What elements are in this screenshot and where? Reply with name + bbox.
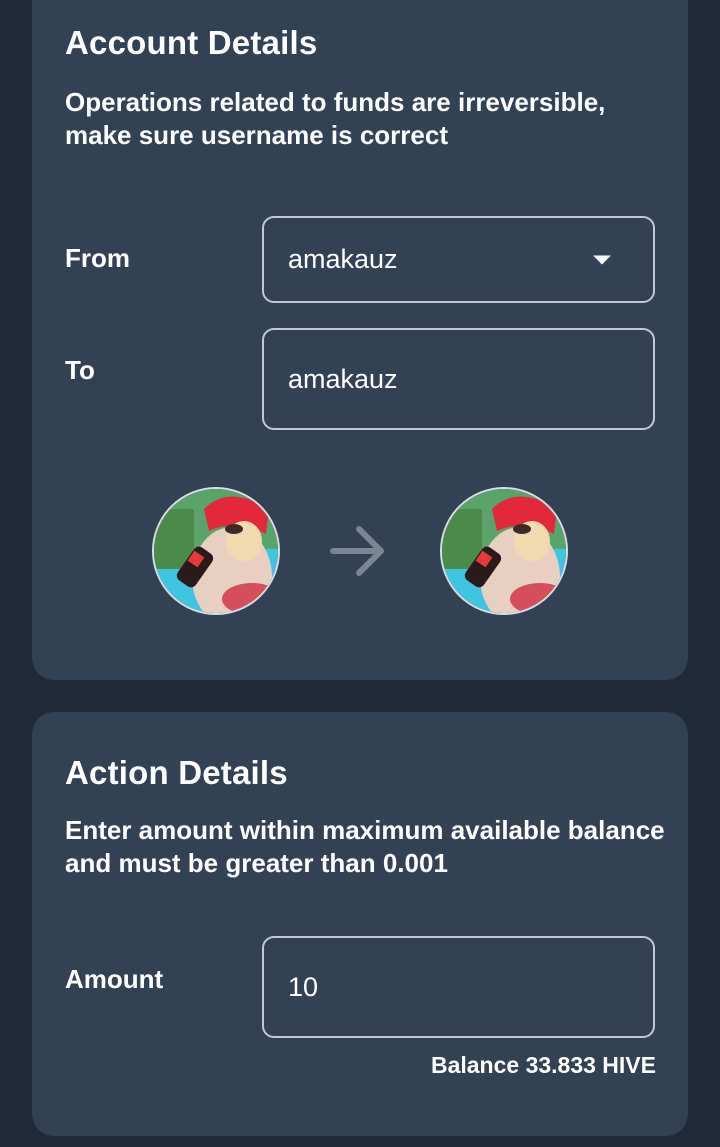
chevron-down-icon xyxy=(593,255,611,264)
account-details-description: Operations related to funds are irrevers… xyxy=(65,87,606,150)
avatar-image xyxy=(442,489,566,613)
amount-label: Amount xyxy=(65,964,164,994)
to-account-input[interactable] xyxy=(288,363,653,395)
account-details-card: Account Details Operations related to fu… xyxy=(32,0,688,680)
to-label: To xyxy=(65,355,95,385)
avatar-image xyxy=(154,489,278,613)
arrow-right-icon xyxy=(330,526,384,576)
from-account-value: amakauz xyxy=(288,244,398,274)
action-details-description: Enter amount within maximum available ba… xyxy=(65,815,665,878)
to-avatar xyxy=(440,487,568,615)
from-account-dropdown[interactable]: amakauz xyxy=(262,216,655,303)
balance-text: Balance 33.833 HIVE xyxy=(430,1052,656,1078)
action-details-title: Action Details xyxy=(65,754,288,791)
amount-field[interactable] xyxy=(262,936,655,1038)
from-label: From xyxy=(65,243,130,273)
amount-input[interactable] xyxy=(288,971,653,1003)
to-account-field[interactable] xyxy=(262,328,655,430)
from-avatar xyxy=(152,487,280,615)
account-details-title: Account Details xyxy=(65,24,318,61)
action-details-card: Action Details Enter amount within maxim… xyxy=(32,712,688,1136)
